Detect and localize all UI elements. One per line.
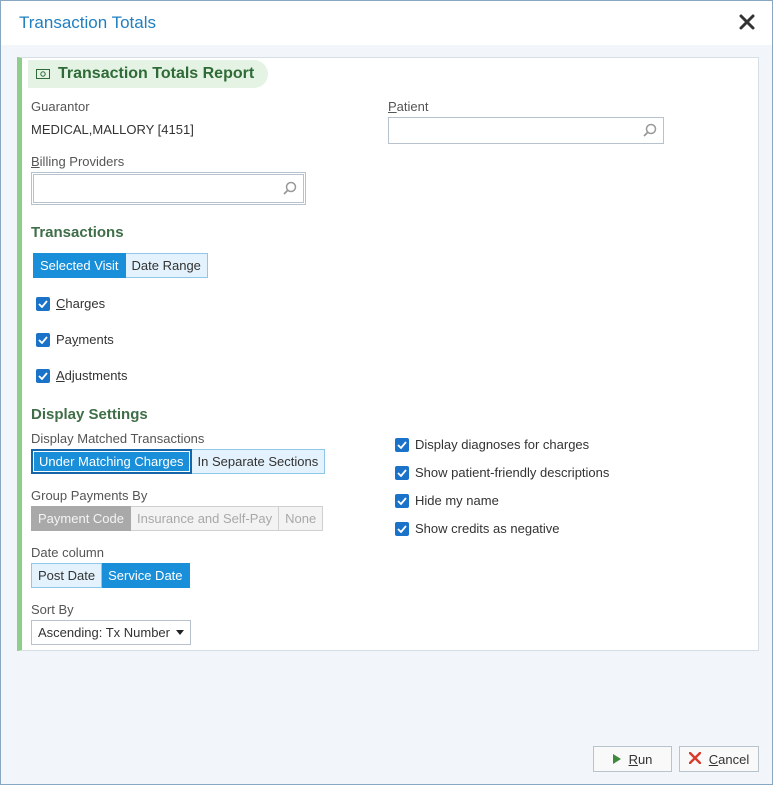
window-title: Transaction Totals bbox=[19, 13, 157, 32]
billing-providers-label: Billing Providers bbox=[31, 154, 125, 169]
display-diagnoses-checkbox-row[interactable]: Display diagnoses for charges bbox=[395, 437, 589, 452]
cancel-x-icon bbox=[688, 751, 701, 767]
adjustments-checkbox-row[interactable]: Adjustments bbox=[36, 368, 128, 383]
date-range-option[interactable]: Date Range bbox=[125, 253, 208, 278]
checkbox-checked-icon[interactable] bbox=[395, 437, 409, 452]
date-column-toggle: Post Date Service Date bbox=[31, 563, 190, 588]
cancel-label: Cancel bbox=[708, 751, 750, 767]
search-icon bbox=[643, 123, 657, 137]
patient-friendly-label: Show patient-friendly descriptions bbox=[415, 465, 610, 480]
matched-transactions-label: Display Matched Transactions bbox=[31, 431, 205, 446]
search-icon bbox=[283, 181, 297, 195]
payment-code-option: Payment Code bbox=[31, 506, 131, 531]
guarantor-value: MEDICAL,MALLORY [4151] bbox=[31, 122, 194, 137]
report-header: Transaction Totals Report bbox=[28, 60, 269, 88]
in-separate-sections-option[interactable]: In Separate Sections bbox=[191, 449, 326, 474]
credits-negative-checkbox-row[interactable]: Show credits as negative bbox=[395, 521, 560, 536]
post-date-option[interactable]: Post Date bbox=[31, 563, 103, 588]
sort-by-label: Sort By bbox=[31, 602, 74, 617]
billing-providers-input[interactable] bbox=[31, 172, 306, 205]
run-button[interactable]: Run bbox=[593, 746, 672, 772]
patient-label: Patient bbox=[388, 99, 429, 114]
under-matching-charges-option[interactable]: Under Matching Charges bbox=[31, 449, 192, 474]
title-bar: Transaction Totals bbox=[1, 1, 772, 45]
hide-my-name-checkbox-row[interactable]: Hide my name bbox=[395, 493, 499, 508]
close-icon[interactable] bbox=[738, 13, 756, 31]
cancel-button[interactable]: Cancel bbox=[679, 746, 759, 772]
selected-visit-option[interactable]: Selected Visit bbox=[33, 253, 126, 278]
checkbox-checked-icon[interactable] bbox=[395, 465, 409, 480]
hide-my-name-label: Hide my name bbox=[415, 493, 499, 508]
adjustments-label: Adjustments bbox=[56, 368, 128, 383]
transaction-totals-dialog: Transaction Totals Transaction Totals Re… bbox=[0, 0, 773, 785]
charges-label: Charges bbox=[56, 296, 106, 311]
none-option: None bbox=[279, 506, 324, 531]
play-icon bbox=[612, 752, 621, 767]
insurance-self-pay-option: Insurance and Self-Pay bbox=[131, 506, 280, 531]
date-column-label: Date column bbox=[31, 545, 104, 560]
checkbox-checked-icon[interactable] bbox=[36, 296, 50, 311]
checkbox-checked-icon[interactable] bbox=[395, 493, 409, 508]
run-label: Run bbox=[628, 751, 653, 767]
group-payments-label: Group Payments By bbox=[31, 488, 148, 503]
report-title: Transaction Totals Report bbox=[58, 65, 255, 82]
display-diagnoses-label: Display diagnoses for charges bbox=[415, 437, 590, 452]
payments-label: Payments bbox=[56, 332, 114, 347]
display-settings-heading: Display Settings bbox=[31, 406, 148, 423]
patient-friendly-checkbox-row[interactable]: Show patient-friendly descriptions bbox=[395, 465, 609, 480]
checkbox-checked-icon[interactable] bbox=[36, 368, 50, 383]
sort-by-select[interactable]: Ascending: Tx Number bbox=[31, 620, 191, 645]
transaction-range-toggle: Selected Visit Date Range bbox=[33, 253, 208, 278]
money-icon bbox=[36, 67, 50, 82]
caret-down-icon bbox=[176, 630, 184, 635]
credits-negative-label: Show credits as negative bbox=[415, 521, 560, 536]
guarantor-label: Guarantor bbox=[31, 99, 90, 114]
report-panel: Transaction Totals Report Guarantor MEDI… bbox=[17, 57, 759, 651]
group-payments-toggle: Payment Code Insurance and Self-Pay None bbox=[31, 506, 324, 531]
matched-transactions-toggle: Under Matching Charges In Separate Secti… bbox=[31, 449, 326, 474]
patient-search-input[interactable] bbox=[388, 117, 664, 144]
payments-checkbox-row[interactable]: Payments bbox=[36, 332, 114, 347]
sort-by-value: Ascending: Tx Number bbox=[38, 625, 170, 640]
transactions-heading: Transactions bbox=[31, 224, 124, 241]
checkbox-checked-icon[interactable] bbox=[36, 332, 50, 347]
charges-checkbox-row[interactable]: Charges bbox=[36, 296, 105, 311]
service-date-option[interactable]: Service Date bbox=[102, 563, 190, 588]
checkbox-checked-icon[interactable] bbox=[395, 521, 409, 536]
